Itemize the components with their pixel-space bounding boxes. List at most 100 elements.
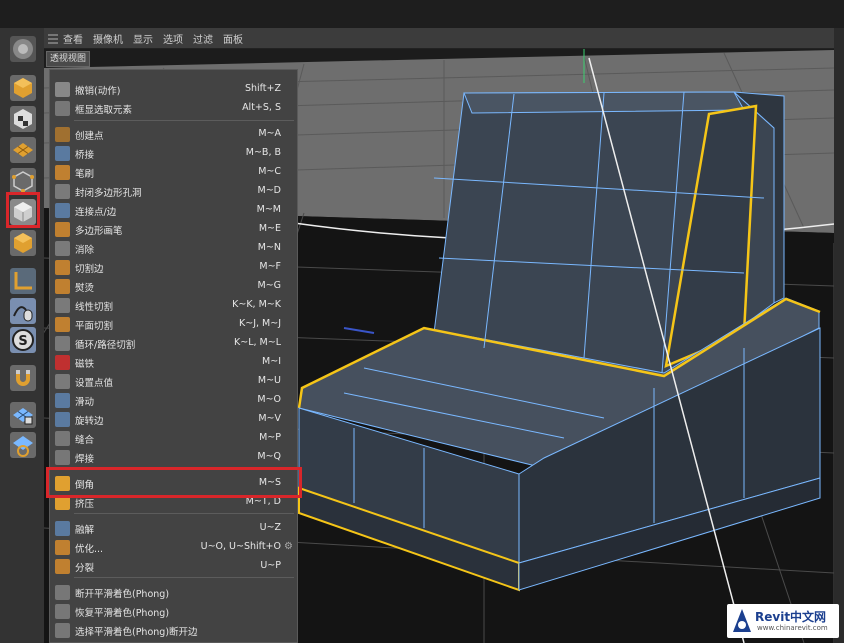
grip-handle-icon[interactable] [48,32,58,44]
menu-item-label: 磁铁 [75,359,95,370]
menu-item[interactable]: 熨烫 M~G [50,277,299,296]
menu-item[interactable]: 切割边 M~F [50,258,299,277]
menu-item[interactable]: 恢复平滑着色(Phong) [50,602,299,621]
menu-item-label: 熨烫 [75,283,95,294]
app-logo-icon [10,36,36,62]
axis-icon[interactable] [10,268,36,294]
magnet-icon [55,355,70,370]
menu-item-label: 焊接 [75,454,95,465]
bridge-icon [55,146,70,161]
menu-item[interactable]: 消除 M~N [50,239,299,258]
menu-options[interactable]: 选项 [163,31,183,46]
menu-item-shortcut: M~G [257,280,281,291]
iron-icon [55,279,70,294]
object-mode-icon[interactable] [10,230,36,256]
menu-item-label: 多边形画笔 [75,226,123,237]
menu-item-shortcut: M~O [257,394,281,405]
break-phong-icon [55,585,70,600]
menu-item-label: 撤销(动作) [75,86,121,97]
menu-item[interactable]: 撤销(动作) Shift+Z [50,80,299,99]
menu-item[interactable]: 融解 U~Z [50,519,299,538]
menu-item[interactable]: 连接点/边 M~M [50,201,299,220]
menu-item-label: 旋转边 [75,416,104,427]
spline-mouse-icon[interactable] [10,298,36,324]
menu-item-shortcut: Shift+Z [244,83,281,94]
workplane-icon[interactable] [10,432,36,458]
plane-cut-icon [55,317,70,332]
menu-item-label: 平面切割 [75,321,114,332]
menu-separator [74,577,294,578]
menu-display[interactable]: 显示 [133,31,153,46]
menu-view[interactable]: 查看 [63,31,83,46]
menu-item-shortcut: M~F [259,261,281,272]
point-mode-icon[interactable] [10,168,36,194]
menu-item[interactable]: 优化... U~O, U~Shift+O ⚙ [50,538,299,557]
menu-item-label: 桥接 [75,150,95,161]
menu-filter[interactable]: 过滤 [193,31,213,46]
slide-icon [55,393,70,408]
menu-item-shortcut: M~N [257,242,281,253]
menu-item-shortcut: M~A [258,128,281,139]
menu-item-shortcut: U~P [260,560,281,571]
menu-item[interactable]: 缝合 M~P [50,429,299,448]
checker-cube-icon[interactable] [10,106,36,132]
menu-item-label: 循环/路径切割 [75,340,136,351]
menu-item[interactable]: 框显选取元素 Alt+S, S [50,99,299,118]
select-phong-edges-icon [55,623,70,638]
menu-item-shortcut: K~L, M~L [234,337,281,348]
split-icon [55,559,70,574]
menu-camera[interactable]: 摄像机 [93,31,123,46]
menu-item[interactable]: 断开平滑着色(Phong) [50,583,299,602]
menu-item[interactable]: 桥接 M~B, B [50,144,299,163]
menu-item-shortcut: M~E [258,223,281,234]
create-point-icon [55,127,70,142]
cube-icon[interactable] [10,75,36,101]
optimize-icon [55,540,70,555]
loop-cut-icon [55,336,70,351]
menu-item[interactable]: 平面切割 K~J, M~J [50,315,299,334]
menu-item[interactable]: 滑动 M~O [50,391,299,410]
magnet-icon[interactable] [10,365,36,391]
plane-grid-icon[interactable] [10,137,36,163]
menu-item-shortcut: M~I [262,356,281,367]
menu-item[interactable]: 线性切割 K~K, M~K [50,296,299,315]
menu-item-label: 分裂 [75,563,95,574]
menu-item[interactable]: 循环/路径切割 K~L, M~L [50,334,299,353]
menu-item[interactable]: 分裂 U~P [50,557,299,576]
menu-item[interactable]: 封闭多边形孔洞 M~D [50,182,299,201]
menu-item-shortcut: M~D [257,185,281,196]
cut-edges-icon [55,260,70,275]
menu-item[interactable]: 创建点 M~A [50,125,299,144]
line-cut-icon [55,298,70,313]
menu-item[interactable]: 多边形画笔 M~E [50,220,299,239]
menu-item[interactable]: 设置点值 M~U [50,372,299,391]
unbreak-phong-icon [55,604,70,619]
menu-item[interactable]: 旋转边 M~V [50,410,299,429]
s-snap-icon[interactable]: S [10,327,36,353]
menu-item-label: 连接点/边 [75,207,117,218]
lock-grid-icon[interactable] [10,402,36,428]
set-point-value-icon [55,374,70,389]
menu-item-label: 融解 [75,525,95,536]
menu-item-label: 挤压 [75,499,95,510]
polygon-pen-icon [55,222,70,237]
menu-item[interactable]: 选择平滑着色(Phong)断开边 [50,621,299,640]
gear-icon[interactable]: ⚙ [284,541,295,552]
menu-item[interactable]: 焊接 M~Q [50,448,299,467]
menu-highlight-box [46,467,302,498]
menu-item-shortcut: K~J, M~J [239,318,281,329]
menu-item-label: 滑动 [75,397,95,408]
menu-item-shortcut: M~C [258,166,281,177]
menu-panel[interactable]: 面板 [223,31,243,46]
menu-item-label: 框显选取元素 [75,105,133,116]
mesh-context-menu: 撤销(动作) Shift+Z 框显选取元素 Alt+S, S 创建点 M~A 桥接 M~B, … [49,69,298,643]
watermark: Revit中文网 www.chinarevit.com [727,604,839,638]
tool-highlight-box [6,192,40,228]
menu-item[interactable]: 磁铁 M~I [50,353,299,372]
menu-item[interactable]: 笔刷 M~C [50,163,299,182]
viewport-menubar: 查看 摄像机 显示 选项 过滤 面板 [44,28,834,49]
menu-item-label: 封闭多边形孔洞 [75,188,142,199]
stitch-icon [55,431,70,446]
viewport-label: 透视视图 [46,51,91,67]
menu-separator [74,120,294,121]
